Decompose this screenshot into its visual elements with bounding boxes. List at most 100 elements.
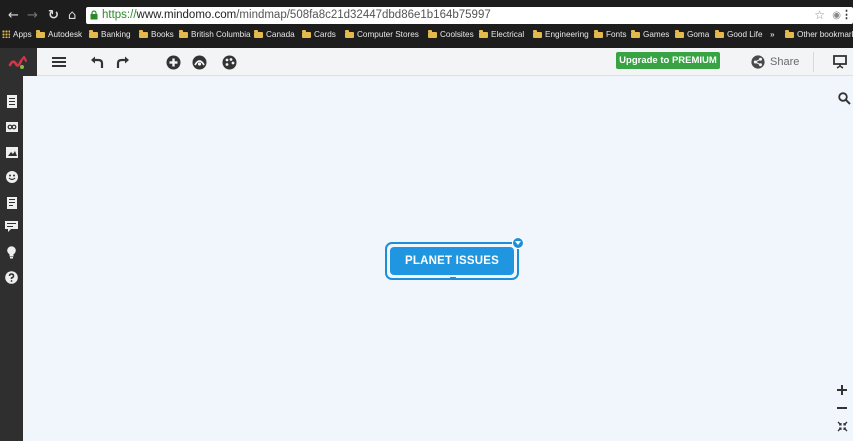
redo-icon (116, 56, 129, 68)
menu-button[interactable] (50, 48, 68, 76)
bookmark-label: British Columbia (191, 30, 251, 39)
browser-chrome: ← → ↻ ⌂ https://www.mindomo.com/mindmap/… (0, 0, 853, 48)
bookmark-label: Good Life (727, 30, 763, 39)
redo-button[interactable] (115, 48, 131, 76)
palette-button[interactable] (220, 48, 238, 76)
share-icon (751, 55, 765, 69)
bookmark-label: Computer Stores (357, 30, 419, 39)
bookmark-label: Goma (687, 30, 710, 39)
fit-to-screen-button[interactable] (834, 418, 850, 434)
url-host: www.mindomo.com (136, 9, 237, 21)
bookmark-folder[interactable]: Coolsites (428, 27, 474, 43)
topic-collapse-handle[interactable] (512, 237, 524, 249)
bookmark-label: Electrical (491, 30, 525, 39)
bookmark-label: Fonts (606, 30, 627, 39)
bookmark-folder[interactable]: British Columbia (179, 27, 251, 43)
sidebar-item-idea[interactable] (0, 241, 23, 263)
browser-nav-bar: ← → ↻ ⌂ https://www.mindomo.com/mindmap/… (0, 7, 853, 24)
extension-icon[interactable]: ◉ (832, 9, 841, 23)
bookmark-label: Books (151, 30, 174, 39)
bookmark-label: Engineering (545, 30, 589, 39)
folder-icon (89, 30, 98, 38)
browser-menu-icon[interactable]: ⋮ (841, 9, 852, 22)
zoom-in-icon (837, 385, 847, 395)
upgrade-premium-button[interactable]: Upgrade to PREMIUM (616, 52, 720, 69)
share-button[interactable]: Share (751, 48, 799, 76)
lock-icon (90, 10, 98, 20)
logo-icon (8, 56, 27, 69)
other-bookmarks-folder[interactable]: Other bookmarks (785, 27, 853, 43)
address-bar[interactable]: https://www.mindomo.com/mindmap/508fa8c2… (86, 7, 853, 24)
link-icon (5, 122, 18, 132)
central-topic-node[interactable]: PLANET ISSUES (390, 247, 514, 275)
sidebar-item-help[interactable] (0, 266, 23, 288)
add-topic-button[interactable] (164, 48, 182, 76)
bookmark-label: Games (643, 30, 670, 39)
bookmark-folder[interactable]: Fonts (594, 27, 626, 43)
bookmark-folder[interactable]: Games (631, 27, 669, 43)
bookmark-label: Cards (314, 30, 336, 39)
undo-button[interactable] (89, 48, 105, 76)
sidebar-item-task[interactable] (0, 192, 23, 214)
back-arrow-icon[interactable]: ← (8, 7, 19, 24)
search-button[interactable] (836, 90, 852, 106)
left-sidebar (0, 76, 23, 441)
bookmark-folder[interactable]: Books (139, 27, 174, 43)
bookmark-folder[interactable]: Electrical (479, 27, 524, 43)
sidebar-item-icons[interactable] (0, 166, 23, 188)
comments-icon (5, 221, 18, 232)
bookmark-folder[interactable]: Goma (675, 27, 709, 43)
apps-grid-icon (2, 30, 10, 38)
sidebar-item-link[interactable] (0, 116, 23, 138)
bookmark-folder[interactable]: Computer Stores (345, 27, 419, 43)
folder-icon (479, 30, 488, 38)
bookmark-apps[interactable]: Apps (2, 27, 32, 43)
folder-icon (715, 30, 724, 38)
bookmark-folder[interactable]: Banking (89, 27, 131, 43)
menu-icon (52, 57, 66, 67)
folder-icon (302, 30, 311, 38)
bookmark-label: Banking (101, 30, 131, 39)
bookmark-star-icon[interactable]: ☆ (814, 8, 825, 23)
folder-icon (785, 30, 794, 38)
mindomo-logo[interactable] (0, 48, 37, 76)
bookmarks-overflow-button[interactable]: » (770, 27, 775, 43)
palette-icon (222, 55, 236, 69)
bookmark-folder[interactable]: Autodesk (36, 27, 82, 43)
bookmark-folder[interactable]: Canada (254, 27, 295, 43)
image-icon (5, 146, 18, 158)
bookmark-folder[interactable]: Good Life (715, 27, 763, 43)
folder-icon (533, 30, 542, 38)
sidebar-item-image[interactable] (0, 141, 23, 163)
bookmark-label: Autodesk (48, 30, 83, 39)
sidebar-item-comments[interactable] (0, 216, 23, 238)
add-topic-icon (166, 55, 180, 69)
bookmark-folder[interactable]: Cards (302, 27, 336, 43)
sidebar-item-notes[interactable] (0, 90, 23, 112)
folder-icon (179, 30, 188, 38)
folder-icon (428, 30, 437, 38)
theme-button[interactable] (190, 48, 208, 76)
url-path: /mindmap/508fa8c21d32447dbd86e1b164b7599… (236, 9, 491, 21)
home-icon[interactable]: ⌂ (68, 7, 76, 24)
lightbulb-icon (7, 245, 16, 258)
bookmark-label: Canada (266, 30, 295, 39)
folder-icon (36, 30, 45, 38)
smiley-icon (5, 171, 18, 183)
chevron-down-icon (515, 241, 521, 245)
bookmark-folder[interactable]: Engineering (533, 27, 589, 43)
zoom-out-icon (837, 407, 847, 409)
notes-icon (6, 94, 17, 108)
forward-arrow-icon[interactable]: → (27, 7, 38, 24)
task-icon (6, 197, 17, 209)
app-window: ← → ↻ ⌂ https://www.mindomo.com/mindmap/… (0, 0, 853, 441)
app-toolbar: Upgrade to PREMIUM Share (0, 48, 853, 76)
reload-icon[interactable]: ↻ (48, 7, 59, 24)
zoom-out-button[interactable] (834, 400, 850, 416)
folder-icon (594, 30, 603, 38)
zoom-in-button[interactable] (834, 382, 850, 398)
central-topic-frame[interactable]: PLANET ISSUES (385, 242, 519, 280)
undo-icon (91, 56, 104, 68)
folder-icon (139, 30, 148, 38)
presentation-button[interactable] (832, 48, 848, 76)
